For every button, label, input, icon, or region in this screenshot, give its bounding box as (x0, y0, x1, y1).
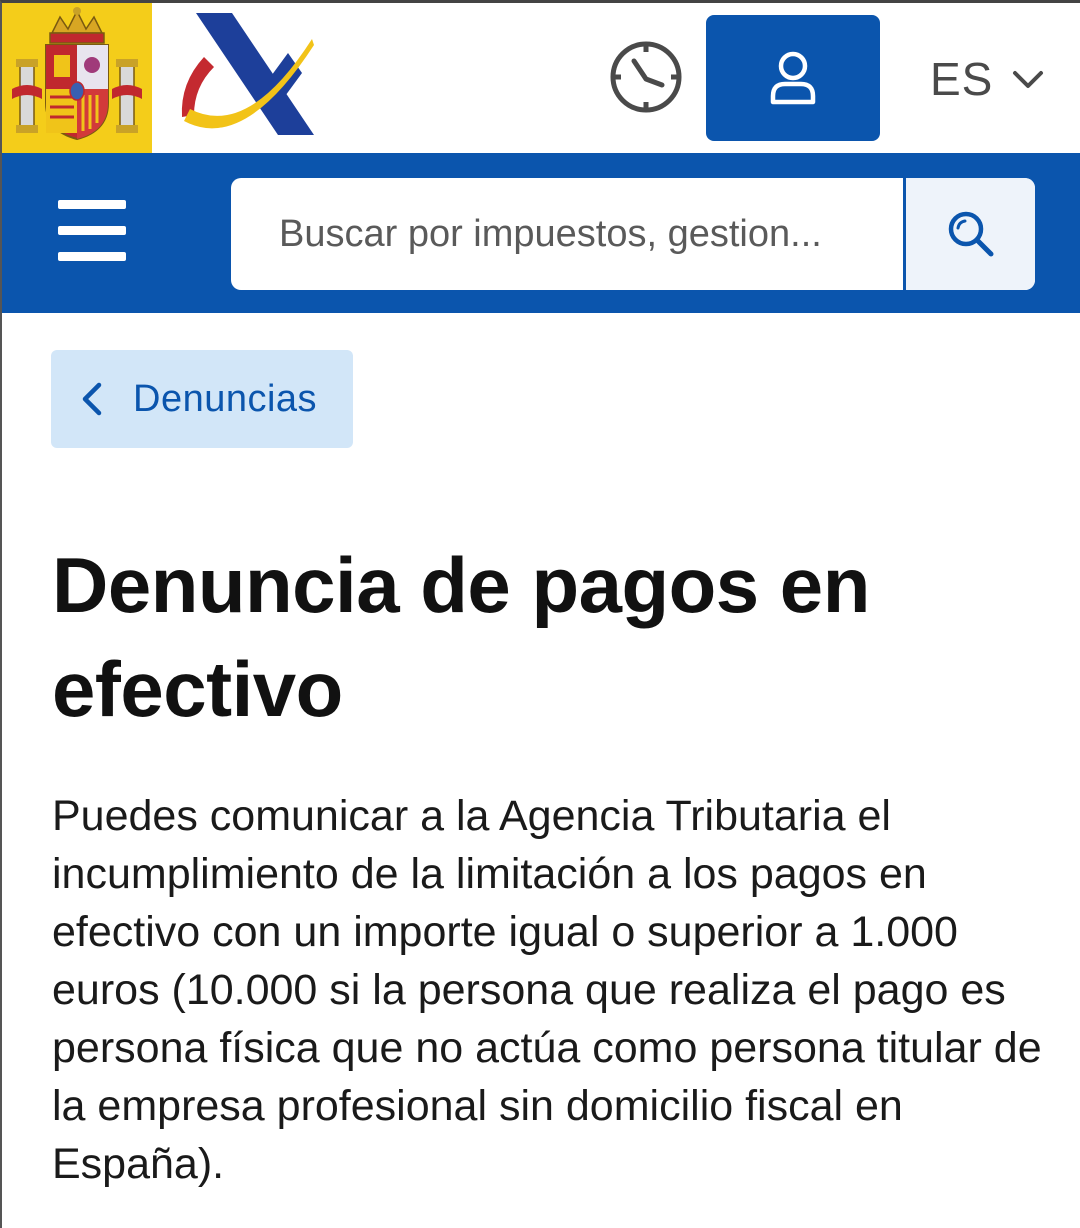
history-button[interactable] (606, 37, 686, 117)
search-icon (948, 211, 993, 257)
chevron-down-icon (1013, 71, 1044, 88)
language-label: ES (930, 53, 994, 105)
search-box (231, 178, 1035, 290)
chevron-left-icon (82, 382, 102, 416)
hamburger-menu-icon (58, 252, 126, 261)
agencia-tributaria-logo[interactable] (174, 13, 324, 143)
top-header: ES (2, 3, 1080, 153)
page-description: Puedes comunicar a la Agencia Tributaria… (52, 792, 1042, 1188)
search-button[interactable] (903, 178, 1035, 290)
page-title: Denuncia de pagos en efectivo (52, 541, 870, 733)
user-login-button[interactable] (706, 15, 880, 141)
hamburger-menu-icon (58, 226, 126, 235)
coat-of-arms-icon (2, 3, 152, 153)
menu-button[interactable] (58, 200, 128, 262)
language-select[interactable]: ES (930, 47, 1060, 111)
search-bar-band (2, 153, 1080, 313)
clock-icon (610, 41, 682, 113)
back-button-label: Denuncias (133, 377, 318, 420)
user-icon (770, 51, 816, 105)
hamburger-menu-icon (58, 200, 126, 209)
page: ES Denuncias (0, 0, 1080, 1228)
search-input[interactable] (231, 178, 901, 290)
back-to-denuncias-button[interactable]: Denuncias (51, 350, 353, 448)
